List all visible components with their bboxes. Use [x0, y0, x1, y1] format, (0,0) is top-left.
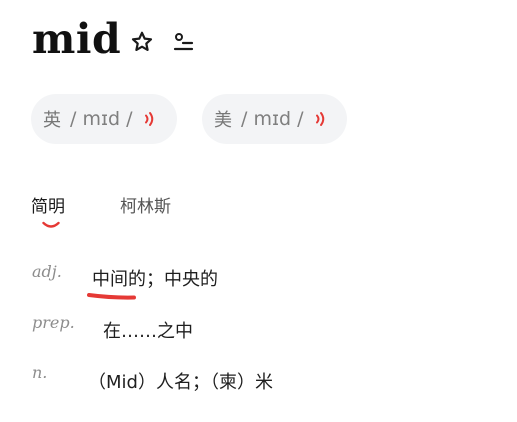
tab-concise[interactable]: 简明 — [31, 194, 65, 220]
wordbook-button[interactable] — [169, 28, 197, 56]
favorite-button[interactable] — [128, 28, 156, 56]
definition-noun: （Mid）人名；（柬）米 — [88, 372, 273, 393]
part-of-speech-noun: n. — [32, 363, 48, 382]
add-to-wordbook-icon — [173, 33, 194, 51]
headword: mid — [32, 15, 122, 63]
tab-collins[interactable]: 柯林斯 — [120, 194, 171, 220]
phonetic-uk: / mɪd / — [70, 108, 133, 130]
active-tab-indicator — [42, 221, 60, 228]
pronunciation-uk[interactable]: 英 / mɪd / — [31, 94, 177, 144]
definition-adj: 中间的；中央的 — [92, 269, 218, 290]
region-label-us: 美 — [214, 110, 232, 131]
star-outline-icon — [131, 31, 153, 51]
pronunciation-us[interactable]: 美 / mɪd / — [202, 94, 347, 144]
region-label-uk: 英 — [43, 110, 61, 131]
part-of-speech-prep: prep. — [32, 313, 75, 332]
handwritten-underline — [87, 293, 136, 300]
speaker-icon[interactable] — [314, 110, 328, 128]
phonetic-us: / mɪd / — [241, 108, 304, 130]
definition-prep: 在……之中 — [103, 321, 193, 342]
speaker-icon[interactable] — [143, 110, 157, 128]
part-of-speech-adj: adj. — [32, 262, 62, 281]
